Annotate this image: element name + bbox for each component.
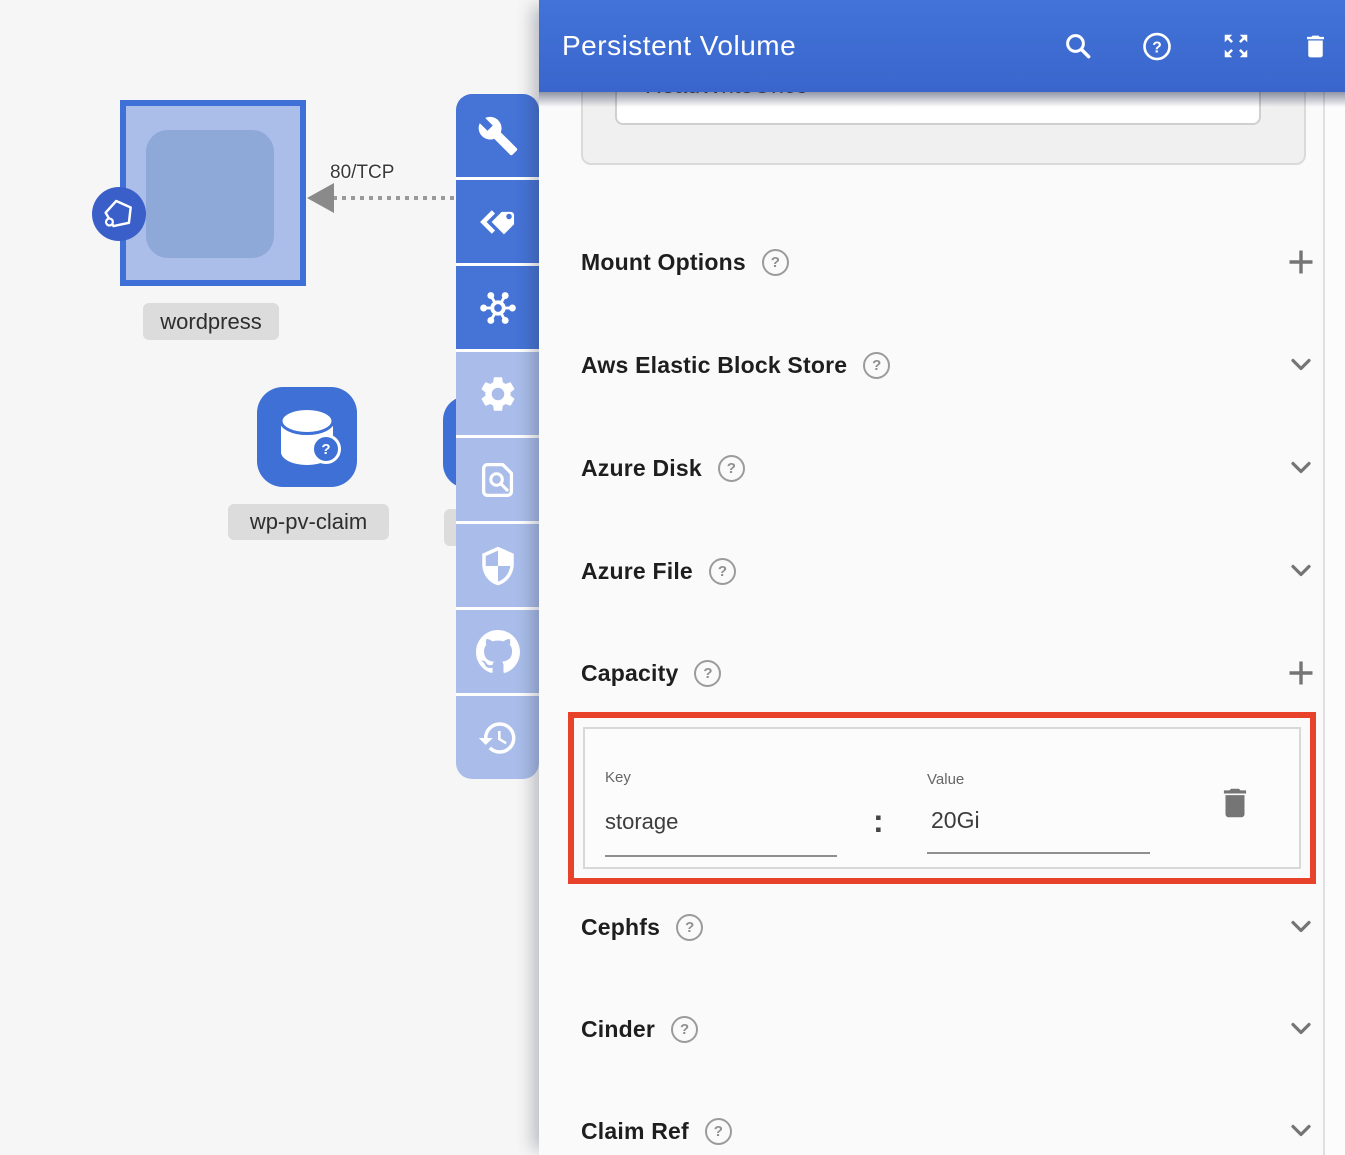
node-wordpress-deployment[interactable] <box>120 100 306 286</box>
section-title: Capacity <box>581 660 678 687</box>
section-title: Cinder <box>581 1016 655 1043</box>
section-title: Cephfs <box>581 914 660 941</box>
help-circle-icon[interactable]: ? <box>671 1016 698 1043</box>
section-azure-disk: Azure Disk ? <box>581 442 1321 494</box>
value-input-underline <box>927 852 1150 854</box>
svg-text:?: ? <box>1152 39 1162 56</box>
section-claim-ref: Claim Ref ? <box>581 1105 1321 1155</box>
help-circle-icon[interactable]: ? <box>694 660 721 687</box>
help-circle-icon[interactable]: ? <box>705 1118 732 1145</box>
toolbar-labels-button[interactable] <box>456 180 539 263</box>
pod-inner-square <box>146 130 274 258</box>
history-restore-icon <box>477 717 519 759</box>
section-aws-ebs: Aws Elastic Block Store ? <box>581 339 1321 391</box>
help-circle-icon[interactable]: ? <box>709 558 736 585</box>
shield-icon <box>477 545 519 587</box>
wrench-icon <box>477 115 519 157</box>
section-cinder: Cinder ? <box>581 1003 1321 1055</box>
help-circle-icon[interactable]: ? <box>762 249 789 276</box>
search-icon <box>1063 31 1093 61</box>
value-field-label: Value <box>927 771 964 788</box>
toolbar-build-button[interactable] <box>456 94 539 177</box>
node-label-wp-pv-claim: wp-pv-claim <box>228 504 389 540</box>
key-field-label: Key <box>605 769 631 786</box>
chevron-down-icon <box>1287 351 1315 379</box>
trash-icon <box>1216 784 1254 822</box>
pod-badge <box>92 187 146 241</box>
toolbar-network-button[interactable] <box>456 266 539 349</box>
chevron-down-icon <box>1287 1117 1315 1145</box>
capacity-key-value-card: Key storage : Value 20Gi <box>583 727 1301 869</box>
section-cephfs: Cephfs ? <box>581 901 1321 953</box>
expand-aws-ebs-button[interactable] <box>1286 350 1316 380</box>
section-title: Mount Options <box>581 249 746 276</box>
header-actions: ? <box>1063 31 1330 61</box>
help-circle-icon[interactable]: ? <box>676 914 703 941</box>
key-value-separator: : <box>873 803 884 840</box>
plus-icon <box>1286 658 1316 688</box>
section-title: Azure File <box>581 558 693 585</box>
delete-resource-button[interactable] <box>1300 31 1330 61</box>
fullscreen-expand-icon <box>1221 31 1251 61</box>
add-mount-options-button[interactable] <box>1286 247 1316 277</box>
toolbar-security-button[interactable] <box>456 524 539 607</box>
section-title: Aws Elastic Block Store <box>581 352 847 379</box>
panel-title: Persistent Volume <box>562 30 796 62</box>
chevron-down-icon <box>1287 557 1315 585</box>
section-mount-options: Mount Options ? <box>581 236 1321 288</box>
pentagon-pod-icon <box>99 194 139 234</box>
diagram-toolbar <box>456 94 539 779</box>
search-button[interactable] <box>1063 31 1093 61</box>
panel-header: Persistent Volume ? <box>539 0 1345 92</box>
gear-icon <box>477 373 519 415</box>
section-capacity: Capacity ? <box>581 647 1321 699</box>
panel-scroll-gutter[interactable] <box>1323 92 1345 1155</box>
key-input[interactable]: storage <box>605 809 678 835</box>
expand-claim-ref-button[interactable] <box>1286 1116 1316 1146</box>
help-button[interactable]: ? <box>1142 31 1172 61</box>
section-title: Azure Disk <box>581 455 702 482</box>
node-wp-pv-claim[interactable]: ? <box>257 387 357 487</box>
toolbar-inspect-button[interactable] <box>456 438 539 521</box>
node-label-wordpress: wordpress <box>143 303 279 340</box>
chevron-down-icon <box>1287 454 1315 482</box>
value-input[interactable]: 20Gi <box>931 807 980 834</box>
section-title: Claim Ref <box>581 1118 689 1145</box>
edge-arrowhead-icon <box>307 183 334 213</box>
delete-capacity-entry-button[interactable] <box>1215 783 1255 823</box>
expand-azure-disk-button[interactable] <box>1286 453 1316 483</box>
help-icon: ? <box>1142 31 1172 62</box>
document-search-icon <box>475 457 521 503</box>
toolbar-github-button[interactable] <box>456 610 539 693</box>
tag-icon <box>476 200 520 244</box>
hub-network-icon <box>475 285 521 331</box>
add-capacity-button[interactable] <box>1286 658 1316 688</box>
toolbar-history-button[interactable] <box>456 696 539 779</box>
trash-icon <box>1301 32 1330 61</box>
persistent-volume-panel: ReadWriteOnce Persistent Volume ? <box>539 0 1345 1155</box>
help-circle-icon[interactable]: ? <box>718 455 745 482</box>
edge-port-label: 80/TCP <box>330 162 394 184</box>
toolbar-settings-button[interactable] <box>456 352 539 435</box>
expand-cephfs-button[interactable] <box>1286 912 1316 942</box>
expand-azure-file-button[interactable] <box>1286 556 1316 586</box>
pvc-question-badge: ? <box>311 434 341 464</box>
github-icon <box>476 630 520 674</box>
chevron-down-icon <box>1287 1015 1315 1043</box>
help-circle-icon[interactable]: ? <box>863 352 890 379</box>
plus-icon <box>1286 247 1316 277</box>
chevron-down-icon <box>1287 913 1315 941</box>
section-azure-file: Azure File ? <box>581 545 1321 597</box>
fullscreen-button[interactable] <box>1221 31 1251 61</box>
key-input-underline <box>605 855 837 857</box>
expand-cinder-button[interactable] <box>1286 1014 1316 1044</box>
